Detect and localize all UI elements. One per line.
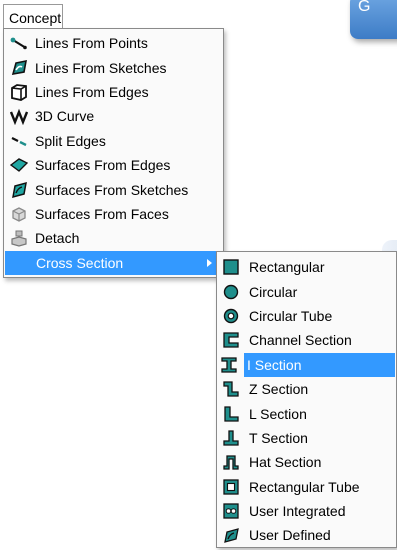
menu-item-lines-from-points[interactable]: Lines From Points [4,31,223,55]
menu-item-label: Split Edges [35,132,106,149]
menu-item-3d-curve[interactable]: 3D Curve [4,104,223,128]
submenu-item-user-defined[interactable]: User Defined [217,523,396,547]
submenu-item-label: Rectangular Tube [249,478,360,495]
z-section-icon [222,380,240,398]
menu-item-label: Cross Section [36,254,124,271]
menu-item-label: Detach [35,230,80,247]
menu-item-lines-from-edges[interactable]: Lines From Edges [4,80,223,104]
surfaces-from-faces-icon [10,205,28,223]
submenu-item-label: Circular Tube [249,307,333,324]
submenu-item-z-section[interactable]: Z Section [217,377,396,401]
surfaces-from-edges-icon [10,156,28,174]
split-edges-icon [10,132,28,150]
submenu-item-rectangular-tube[interactable]: Rectangular Tube [217,475,396,499]
cross-section-spacer [11,254,29,272]
callout-bubble: G [350,0,397,39]
menu-item-cross-section[interactable]: Cross Section [5,250,222,275]
rectangular-tube-icon [222,478,240,496]
rectangular-section-icon [222,258,240,276]
menu-item-surfaces-from-sketches[interactable]: Surfaces From Sketches [4,177,223,201]
submenu-item-label: L Section [249,405,307,422]
menu-item-surfaces-from-edges[interactable]: Surfaces From Edges [4,153,223,177]
submenu-item-t-section[interactable]: T Section [217,426,396,450]
t-section-icon [222,429,240,447]
submenu-item-label: Circular [249,283,298,300]
submenu-item-label: Channel Section [249,332,352,349]
menu-item-split-edges[interactable]: Split Edges [4,129,223,153]
menu-item-label: Surfaces From Faces [35,205,169,222]
menu-item-label: Surfaces From Sketches [35,181,189,198]
submenu-item-label: User Integrated [249,503,346,520]
submenu-item-label: Z Section [249,381,309,398]
submenu-item-user-integrated[interactable]: User Integrated [217,499,396,523]
menu-item-label: 3D Curve [35,108,95,125]
concept-menu: Lines From Points Lines From Sketches Li… [3,28,224,278]
submenu-arrow-icon [207,258,212,267]
circular-section-icon [222,283,240,301]
3d-curve-icon [10,107,28,126]
submenu-item-label: Rectangular [249,259,325,276]
lines-from-sketches-icon [10,59,28,77]
i-section-icon [220,355,238,374]
user-integrated-icon [222,502,240,520]
menu-item-surfaces-from-faces[interactable]: Surfaces From Faces [4,202,223,226]
lines-from-edges-icon [10,83,28,101]
submenu-item-circular[interactable]: Circular [217,279,396,303]
submenu-item-hat-section[interactable]: Hat Section [217,450,396,474]
callout-text: G [358,0,371,15]
concept-menu-title[interactable]: Concept [3,4,63,28]
hat-section-icon [222,453,240,471]
l-section-icon [222,405,240,423]
menu-item-label: Surfaces From Edges [35,157,171,174]
circular-tube-icon [222,307,240,325]
submenu-item-label: User Defined [249,527,331,544]
submenu-item-channel-section[interactable]: Channel Section [217,328,396,352]
channel-section-icon [222,331,240,349]
surfaces-from-sketches-icon [10,181,28,199]
detach-icon [10,229,28,247]
submenu-item-circular-tube[interactable]: Circular Tube [217,304,396,328]
menu-item-label: Lines From Points [35,35,148,52]
submenu-item-l-section[interactable]: L Section [217,401,396,425]
menu-item-label: Lines From Edges [35,83,149,100]
menu-item-label: Lines From Sketches [35,59,167,76]
submenu-item-label: Hat Section [249,454,322,471]
submenu-item-rectangular[interactable]: Rectangular [217,255,396,279]
menu-item-detach[interactable]: Detach [4,226,223,250]
menu-item-lines-from-sketches[interactable]: Lines From Sketches [4,55,223,79]
submenu-item-i-section[interactable]: I Section [220,352,395,377]
cross-section-submenu: Rectangular Circular Circular Tube Chann… [216,251,397,548]
lines-from-points-icon [10,34,28,52]
submenu-item-label: I Section [247,356,302,373]
submenu-item-label: T Section [249,429,308,446]
user-defined-icon [222,526,240,544]
